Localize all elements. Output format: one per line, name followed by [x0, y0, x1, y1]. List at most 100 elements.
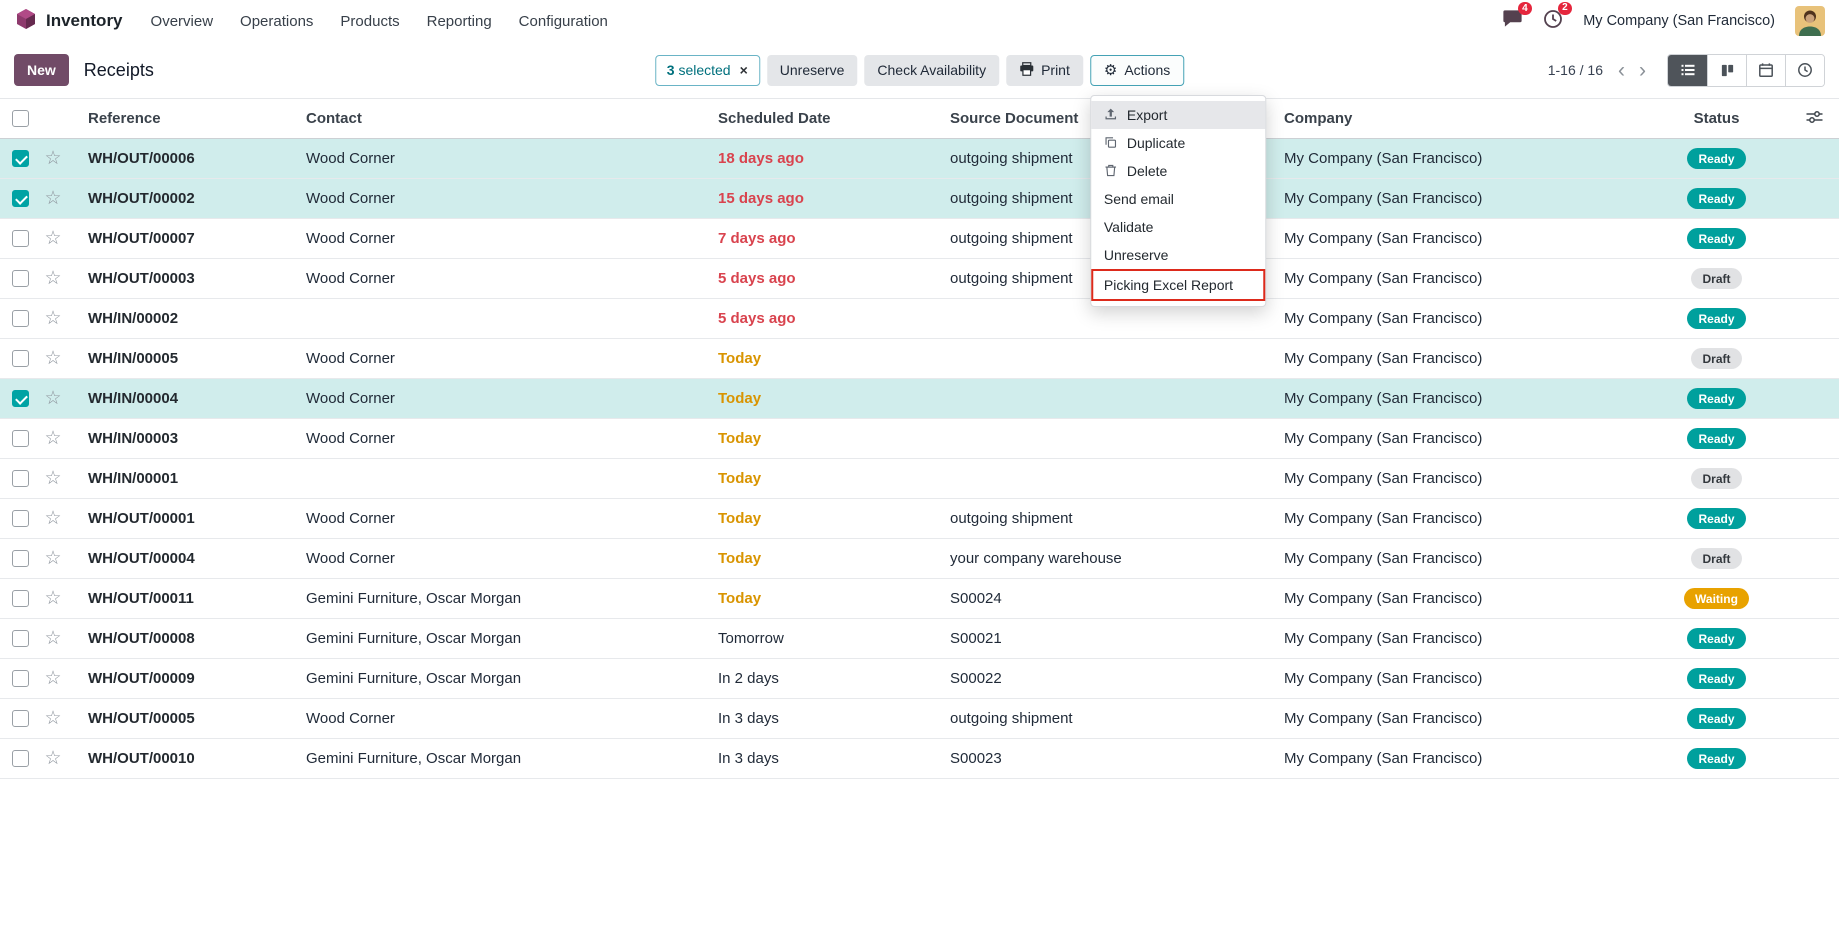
- row-checkbox[interactable]: [12, 150, 29, 167]
- favorite-star-icon[interactable]: ☆: [44, 349, 61, 368]
- row-checkbox[interactable]: [12, 430, 29, 447]
- clear-selection-icon[interactable]: ×: [740, 62, 748, 78]
- favorite-star-icon[interactable]: ☆: [44, 149, 61, 168]
- column-header-reference[interactable]: Reference: [72, 110, 290, 127]
- table-row[interactable]: ☆ WH/IN/00005 Wood Corner Today My Compa…: [0, 339, 1839, 379]
- row-checkbox[interactable]: [12, 190, 29, 207]
- status-badge: Ready: [1687, 428, 1745, 449]
- table-row[interactable]: ☆ WH/IN/00001 Today My Company (San Fran…: [0, 459, 1839, 499]
- table-row[interactable]: ☆ WH/OUT/00010 Gemini Furniture, Oscar M…: [0, 739, 1839, 779]
- actions-button[interactable]: ⚙ Actions: [1090, 55, 1184, 86]
- nav-item-reporting[interactable]: Reporting: [427, 13, 492, 30]
- row-checkbox[interactable]: [12, 510, 29, 527]
- select-all-checkbox[interactable]: [12, 110, 29, 127]
- row-reference: WH/IN/00002: [72, 310, 290, 327]
- calendar-view-button[interactable]: [1746, 55, 1785, 86]
- actions-menu-item[interactable]: Unreserve: [1091, 241, 1265, 269]
- row-scheduled-date: 5 days ago: [702, 310, 934, 327]
- favorite-star-icon[interactable]: ☆: [44, 589, 61, 608]
- row-company: My Company (San Francisco): [1268, 430, 1634, 447]
- column-header-company[interactable]: Company: [1268, 110, 1634, 127]
- messages-button[interactable]: 4: [1502, 9, 1523, 33]
- favorite-star-icon[interactable]: ☆: [44, 629, 61, 648]
- new-button[interactable]: New: [14, 54, 69, 86]
- activities-button[interactable]: 2: [1543, 9, 1563, 34]
- row-checkbox[interactable]: [12, 750, 29, 767]
- activity-view-button[interactable]: [1785, 55, 1824, 86]
- table-row[interactable]: ☆ WH/OUT/00007 Wood Corner 7 days ago ou…: [0, 219, 1839, 259]
- table-row[interactable]: ☆ WH/OUT/00004 Wood Corner Today your co…: [0, 539, 1839, 579]
- table-row[interactable]: ☆ WH/IN/00002 5 days ago My Company (San…: [0, 299, 1839, 339]
- column-header-scheduled-date[interactable]: Scheduled Date: [702, 110, 934, 127]
- row-checkbox[interactable]: [12, 630, 29, 647]
- row-checkbox[interactable]: [12, 230, 29, 247]
- list-view-button[interactable]: [1668, 55, 1707, 86]
- app-name: Inventory: [46, 11, 123, 31]
- row-contact: Wood Corner: [290, 550, 702, 567]
- row-checkbox[interactable]: [12, 310, 29, 327]
- row-company: My Company (San Francisco): [1268, 390, 1634, 407]
- row-source-document: S00022: [934, 670, 1268, 687]
- actions-menu-item[interactable]: Send email: [1091, 185, 1265, 213]
- row-contact: Gemini Furniture, Oscar Morgan: [290, 750, 702, 767]
- actions-menu-item[interactable]: Picking Excel Report: [1091, 269, 1265, 301]
- favorite-star-icon[interactable]: ☆: [44, 749, 61, 768]
- actions-menu-item[interactable]: Validate: [1091, 213, 1265, 241]
- table-row[interactable]: ☆ WH/IN/00003 Wood Corner Today My Compa…: [0, 419, 1839, 459]
- row-checkbox[interactable]: [12, 590, 29, 607]
- actions-menu-item[interactable]: Delete: [1091, 157, 1265, 185]
- favorite-star-icon[interactable]: ☆: [44, 469, 61, 488]
- row-scheduled-date: Today: [702, 470, 934, 487]
- favorite-star-icon[interactable]: ☆: [44, 309, 61, 328]
- table-row[interactable]: ☆ WH/IN/00004 Wood Corner Today My Compa…: [0, 379, 1839, 419]
- actions-menu-item[interactable]: Export: [1091, 101, 1265, 129]
- company-switcher[interactable]: My Company (San Francisco): [1583, 13, 1775, 29]
- row-checkbox[interactable]: [12, 550, 29, 567]
- gear-icon: ⚙: [1104, 63, 1117, 78]
- favorite-star-icon[interactable]: ☆: [44, 429, 61, 448]
- unreserve-button[interactable]: Unreserve: [767, 55, 858, 86]
- row-contact: Gemini Furniture, Oscar Morgan: [290, 670, 702, 687]
- favorite-star-icon[interactable]: ☆: [44, 549, 61, 568]
- nav-item-operations[interactable]: Operations: [240, 13, 313, 30]
- table-row[interactable]: ☆ WH/OUT/00001 Wood Corner Today outgoin…: [0, 499, 1839, 539]
- table-row[interactable]: ☆ WH/OUT/00005 Wood Corner In 3 days out…: [0, 699, 1839, 739]
- pager-previous-icon[interactable]: ‹: [1611, 60, 1632, 81]
- row-checkbox[interactable]: [12, 710, 29, 727]
- column-header-contact[interactable]: Contact: [290, 110, 702, 127]
- favorite-star-icon[interactable]: ☆: [44, 709, 61, 728]
- table-row[interactable]: ☆ WH/OUT/00008 Gemini Furniture, Oscar M…: [0, 619, 1839, 659]
- favorite-star-icon[interactable]: ☆: [44, 229, 61, 248]
- adjust-columns-icon[interactable]: [1806, 109, 1823, 129]
- table-row[interactable]: ☆ WH/OUT/00009 Gemini Furniture, Oscar M…: [0, 659, 1839, 699]
- table-row[interactable]: ☆ WH/OUT/00006 Wood Corner 18 days ago o…: [0, 139, 1839, 179]
- user-avatar[interactable]: [1795, 6, 1825, 36]
- table-row[interactable]: ☆ WH/OUT/00011 Gemini Furniture, Oscar M…: [0, 579, 1839, 619]
- row-checkbox[interactable]: [12, 350, 29, 367]
- nav-item-overview[interactable]: Overview: [151, 13, 214, 30]
- row-checkbox[interactable]: [12, 390, 29, 407]
- table-row[interactable]: ☆ WH/OUT/00003 Wood Corner 5 days ago ou…: [0, 259, 1839, 299]
- favorite-star-icon[interactable]: ☆: [44, 389, 61, 408]
- status-badge: Draft: [1691, 548, 1741, 569]
- favorite-star-icon[interactable]: ☆: [44, 189, 61, 208]
- print-button[interactable]: Print: [1006, 55, 1083, 86]
- row-checkbox[interactable]: [12, 470, 29, 487]
- row-company: My Company (San Francisco): [1268, 750, 1634, 767]
- app-brand[interactable]: Inventory: [14, 7, 123, 36]
- actions-menu-item[interactable]: Duplicate: [1091, 129, 1265, 157]
- pager-next-icon[interactable]: ›: [1632, 60, 1653, 81]
- favorite-star-icon[interactable]: ☆: [44, 269, 61, 288]
- row-company: My Company (San Francisco): [1268, 270, 1634, 287]
- check-availability-button[interactable]: Check Availability: [864, 55, 999, 86]
- favorite-star-icon[interactable]: ☆: [44, 669, 61, 688]
- nav-item-products[interactable]: Products: [340, 13, 399, 30]
- kanban-view-button[interactable]: [1707, 55, 1746, 86]
- table-row[interactable]: ☆ WH/OUT/00002 Wood Corner 15 days ago o…: [0, 179, 1839, 219]
- row-checkbox[interactable]: [12, 270, 29, 287]
- status-badge: Draft: [1691, 468, 1741, 489]
- row-checkbox[interactable]: [12, 670, 29, 687]
- nav-item-configuration[interactable]: Configuration: [519, 13, 608, 30]
- column-header-status[interactable]: Status: [1634, 110, 1799, 127]
- favorite-star-icon[interactable]: ☆: [44, 509, 61, 528]
